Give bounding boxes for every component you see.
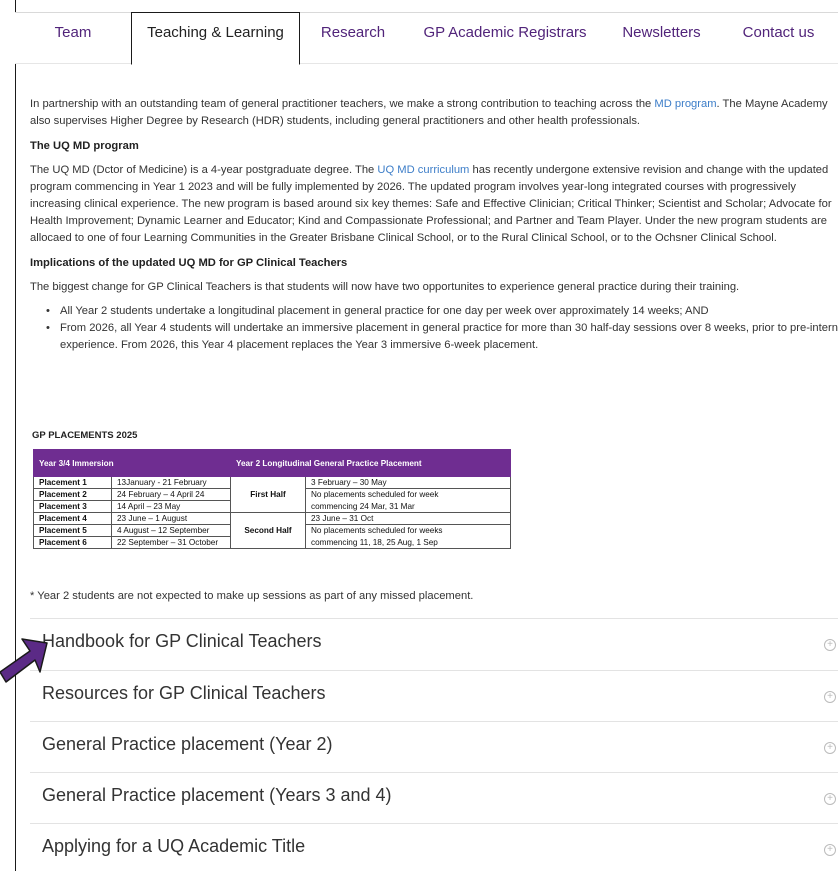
- tab-contact-us[interactable]: Contact us: [719, 13, 838, 65]
- list-item: From 2026, all Year 4 students will unde…: [46, 320, 838, 354]
- expand-plus-icon[interactable]: +: [824, 639, 836, 651]
- md-heading: The UQ MD program: [30, 140, 139, 152]
- list-item: All Year 2 students undertake a longitud…: [46, 303, 838, 320]
- intro-paragraph: In partnership with an outstanding team …: [30, 96, 838, 130]
- accordion-label: Handbook for GP Clinical Teachers: [42, 631, 322, 651]
- expand-plus-icon[interactable]: +: [824, 691, 836, 703]
- md-paragraph: The UQ MD (Dctor of Medicine) is a 4-yea…: [30, 162, 838, 247]
- intro-text: In partnership with an outstanding team …: [30, 98, 655, 110]
- y2-cell: commencing 11, 18, 25 Aug, 1 Sep: [305, 536, 511, 549]
- expand-plus-icon[interactable]: +: [824, 844, 836, 856]
- placement-cell: Placement 3: [33, 500, 112, 513]
- annotation-arrow-icon: [0, 638, 48, 683]
- placement-cell: Placement 5: [33, 524, 112, 537]
- md-curriculum-link[interactable]: UQ MD curriculum: [377, 164, 469, 176]
- tab-newsletters[interactable]: Newsletters: [604, 13, 719, 65]
- accordion-academic-title[interactable]: Applying for a UQ Academic Title +: [30, 823, 838, 871]
- placements-table: Year 3/4 Immersion Year 2 Longitudinal G…: [33, 449, 511, 549]
- tab-team[interactable]: Team: [15, 13, 131, 65]
- accordion-label: Resources for GP Clinical Teachers: [42, 683, 326, 703]
- expand-plus-icon[interactable]: +: [824, 793, 836, 805]
- table-header-row: Year 3/4 Immersion Year 2 Longitudinal G…: [33, 449, 511, 477]
- implications-paragraph: The biggest change for GP Clinical Teach…: [30, 281, 740, 293]
- placement-cell: Placement 4: [33, 512, 112, 525]
- accordion-year2-placement[interactable]: General Practice placement (Year 2) +: [30, 721, 838, 772]
- md-program-link[interactable]: MD program: [654, 98, 716, 110]
- accordion-label: General Practice placement (Year 2): [42, 734, 333, 754]
- accordion-year3-4-placement[interactable]: General Practice placement (Years 3 and …: [30, 772, 838, 823]
- y2-cell: 3 February – 30 May: [305, 476, 511, 489]
- expand-plus-icon[interactable]: +: [824, 742, 836, 754]
- tab-teaching-learning[interactable]: Teaching & Learning: [131, 12, 300, 65]
- y2-cell: commencing 24 Mar, 31 Mar: [305, 500, 511, 513]
- dates-cell: 13January - 21 February: [111, 476, 231, 489]
- dates-cell: 24 February – 4 April 24: [111, 488, 231, 501]
- second-half-cell: Second Half: [230, 512, 306, 549]
- accordion-label: Applying for a UQ Academic Title: [42, 836, 306, 856]
- main-content: In partnership with an outstanding team …: [30, 96, 838, 354]
- accordion-label: General Practice placement (Years 3 and …: [42, 785, 392, 805]
- accordion-handbook[interactable]: Handbook for GP Clinical Teachers +: [30, 618, 838, 669]
- placement-cell: Placement 1: [33, 476, 112, 489]
- tab-research[interactable]: Research: [300, 13, 406, 65]
- placement-note: * Year 2 students are not expected to ma…: [30, 590, 474, 602]
- y2-cell: No placements scheduled for week: [305, 488, 511, 501]
- y2-cell: 23 June – 31 Oct: [305, 512, 511, 525]
- placement-cell: Placement 6: [33, 536, 112, 549]
- md-text-end: has recently undergone extensive revisio…: [30, 164, 832, 244]
- dates-cell: 4 August – 12 September: [111, 524, 231, 537]
- first-half-cell: First Half: [230, 476, 306, 513]
- dates-cell: 23 June – 1 August: [111, 512, 231, 525]
- dates-cell: 14 April – 23 May: [111, 500, 231, 513]
- table-header-immersion: Year 3/4 Immersion: [33, 449, 231, 477]
- implications-list: All Year 2 students undertake a longitud…: [46, 303, 838, 354]
- table-header-longitudinal: Year 2 Longitudinal General Practice Pla…: [230, 449, 511, 477]
- table-row: Placement 1 13January - 21 February Firs…: [33, 476, 511, 513]
- y2-cell: No placements scheduled for weeks: [305, 524, 511, 537]
- implications-heading: Implications of the updated UQ MD for GP…: [30, 257, 348, 269]
- table-title: GP PLACEMENTS 2025: [32, 430, 138, 441]
- md-text: The UQ MD (Dctor of Medicine) is a 4-yea…: [30, 164, 378, 176]
- accordion-resources[interactable]: Resources for GP Clinical Teachers +: [30, 670, 838, 721]
- dates-cell: 22 September – 31 October: [111, 536, 231, 549]
- table-row: Placement 4 23 June – 1 August Second Ha…: [33, 512, 511, 549]
- tab-gp-academic-registrars[interactable]: GP Academic Registrars: [406, 13, 604, 65]
- placement-cell: Placement 2: [33, 488, 112, 501]
- tab-bar: Team Teaching & Learning Research GP Aca…: [15, 12, 838, 65]
